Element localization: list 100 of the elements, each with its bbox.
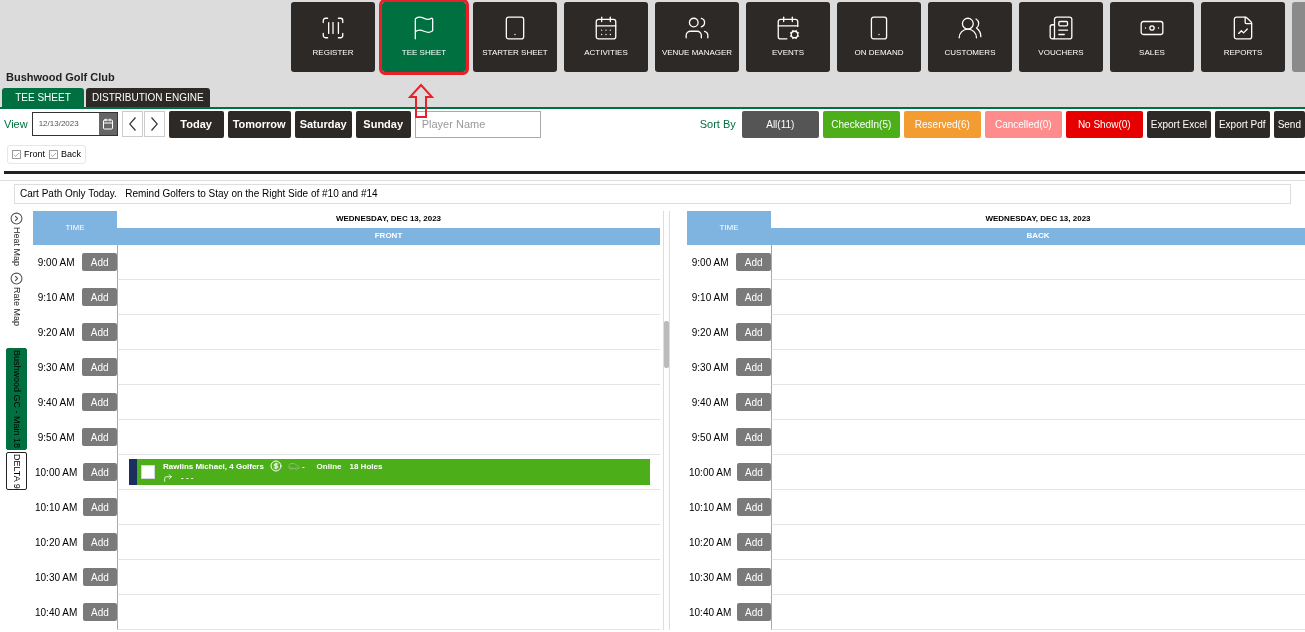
next-button[interactable] bbox=[143, 111, 165, 137]
add-button[interactable]: Add bbox=[737, 603, 771, 621]
nav-button[interactable]: TEE SHEET bbox=[382, 2, 466, 72]
add-button[interactable]: Add bbox=[82, 393, 117, 411]
add-button[interactable]: Add bbox=[736, 323, 771, 341]
tee-time-slot[interactable] bbox=[771, 419, 1305, 455]
side-checkbox[interactable] bbox=[12, 150, 21, 159]
previous-button[interactable] bbox=[121, 111, 143, 137]
side-toggle[interactable]: Heat Map bbox=[9, 226, 24, 266]
add-button[interactable]: Add bbox=[737, 568, 771, 586]
day-button[interactable]: Tomorrow bbox=[227, 110, 291, 138]
tee-time: 9:20 AM bbox=[36, 325, 75, 340]
tee-time-slot[interactable] bbox=[771, 524, 1305, 560]
add-button[interactable]: Add bbox=[83, 603, 117, 621]
add-button[interactable]: Add bbox=[83, 568, 117, 586]
tee-time-slot[interactable] bbox=[771, 349, 1305, 385]
add-button[interactable]: Add bbox=[737, 463, 771, 481]
add-button[interactable]: Add bbox=[83, 533, 117, 551]
add-button[interactable]: Add bbox=[736, 288, 771, 306]
day-button[interactable]: Saturday bbox=[294, 110, 352, 138]
add-button[interactable]: Add bbox=[736, 428, 771, 446]
tab[interactable]: TEE SHEET bbox=[2, 88, 84, 107]
add-button[interactable]: Add bbox=[736, 253, 771, 271]
tee-time-slot[interactable] bbox=[117, 384, 660, 420]
side-checkbox[interactable] bbox=[49, 150, 58, 159]
export-button[interactable]: Export Pdf bbox=[1214, 110, 1270, 138]
course-tab[interactable]: DELTA 9 bbox=[5, 451, 28, 491]
nav-button[interactable]: VOUCHERS bbox=[1019, 2, 1103, 72]
nav-button[interactable]: ON DEMAND bbox=[837, 2, 921, 72]
calendar-icon bbox=[775, 15, 801, 41]
nav-button[interactable]: CUSTOMERS bbox=[928, 2, 1012, 72]
nav-button[interactable]: REPORTS bbox=[1201, 2, 1285, 72]
time-heading: TIME bbox=[687, 210, 771, 245]
tee-time-slot[interactable] bbox=[771, 559, 1305, 595]
booking-source: Online bbox=[316, 460, 342, 472]
export-button[interactable]: Send bbox=[1273, 110, 1305, 138]
filter-button[interactable]: Reserved(6) bbox=[903, 110, 981, 138]
nav-button[interactable]: SALES bbox=[1110, 2, 1194, 72]
tee-time-slot[interactable] bbox=[117, 594, 660, 630]
add-button[interactable]: Add bbox=[82, 253, 117, 271]
day-button[interactable]: Today bbox=[168, 110, 224, 138]
side-heading: FRONT bbox=[117, 227, 660, 245]
tee-time: 10:10 AM bbox=[689, 500, 729, 515]
tee-time: 10:20 AM bbox=[35, 535, 75, 550]
nav-button[interactable]: VENUE MANAGER bbox=[655, 2, 739, 72]
tee-time: 9:50 AM bbox=[690, 430, 729, 445]
tee-time-slot[interactable] bbox=[771, 384, 1305, 420]
tee-time-slot[interactable] bbox=[771, 244, 1305, 280]
add-button[interactable]: Add bbox=[83, 463, 117, 481]
car-icon bbox=[287, 460, 300, 472]
add-button[interactable]: Add bbox=[82, 288, 117, 306]
tab[interactable]: DISTRIBUTION ENGINE bbox=[86, 88, 210, 107]
add-button[interactable]: Add bbox=[83, 498, 117, 516]
tee-time-slot[interactable] bbox=[117, 419, 660, 455]
tee-time-slot[interactable] bbox=[117, 349, 660, 385]
tee-time-slot[interactable] bbox=[117, 279, 660, 315]
tee-time-slot[interactable] bbox=[117, 559, 660, 595]
tee-time: 10:10 AM bbox=[35, 500, 75, 515]
filter-button[interactable]: Cancelled(0) bbox=[984, 110, 1062, 138]
add-button[interactable]: Add bbox=[82, 323, 117, 341]
tee-time: 10:00 AM bbox=[35, 465, 75, 480]
tee-time-slot[interactable] bbox=[117, 524, 660, 560]
tee-time-slot[interactable] bbox=[117, 314, 660, 350]
filter-button[interactable]: CheckedIn(5) bbox=[822, 110, 900, 138]
nav-button[interactable]: EVENTS bbox=[746, 2, 830, 72]
course-tab[interactable]: Bushwood GC - Main 18 bbox=[5, 347, 28, 450]
tee-time-slot[interactable]: Rawlins Michael, 4 Golfers - Online 18 Holes - - - bbox=[117, 454, 660, 490]
add-button[interactable]: Add bbox=[736, 358, 771, 376]
filter-button[interactable]: All(11) bbox=[741, 110, 819, 138]
add-button[interactable]: Add bbox=[82, 358, 117, 376]
nav-button[interactable]: STARTER SHEET bbox=[473, 2, 557, 72]
tee-time-slot[interactable] bbox=[117, 244, 660, 280]
sort-by-label: Sort By bbox=[699, 116, 736, 132]
expand-icon[interactable] bbox=[10, 271, 23, 285]
expand-icon[interactable] bbox=[10, 211, 23, 225]
player-name-field[interactable]: Player Name bbox=[414, 110, 541, 138]
tee-time-slot[interactable] bbox=[771, 489, 1305, 525]
tee-time-slot[interactable] bbox=[771, 454, 1305, 490]
booking-bar[interactable]: Rawlins Michael, 4 Golfers - Online 18 Holes - - - bbox=[129, 458, 650, 485]
add-button[interactable]: Add bbox=[736, 393, 771, 411]
chevron-left-icon bbox=[128, 117, 136, 131]
tee-time-slot[interactable] bbox=[771, 314, 1305, 350]
export-button[interactable]: Export Excel bbox=[1146, 110, 1211, 138]
tee-time-slot[interactable] bbox=[771, 279, 1305, 315]
date-field[interactable]: 12/13/2023 bbox=[31, 112, 118, 136]
nav-button[interactable]: ACTIVITIES bbox=[564, 2, 648, 72]
booking-checkbox[interactable] bbox=[141, 464, 155, 479]
calendar-icon bbox=[593, 15, 619, 41]
tee-time-slot[interactable] bbox=[771, 594, 1305, 630]
day-button[interactable]: Sunday bbox=[355, 110, 411, 138]
add-button[interactable]: Add bbox=[737, 533, 771, 551]
newspaper-icon bbox=[1048, 15, 1074, 41]
calendar-icon bbox=[101, 118, 114, 130]
side-toggle[interactable]: Rate Map bbox=[9, 286, 24, 326]
nav-button[interactable]: REGISTER bbox=[291, 2, 375, 72]
add-button[interactable]: Add bbox=[82, 428, 117, 446]
tee-time-slot[interactable] bbox=[117, 489, 660, 525]
add-button[interactable]: Add bbox=[737, 498, 771, 516]
scrollbar-thumb[interactable] bbox=[664, 320, 669, 368]
filter-button[interactable]: No Show(0) bbox=[1065, 110, 1143, 138]
